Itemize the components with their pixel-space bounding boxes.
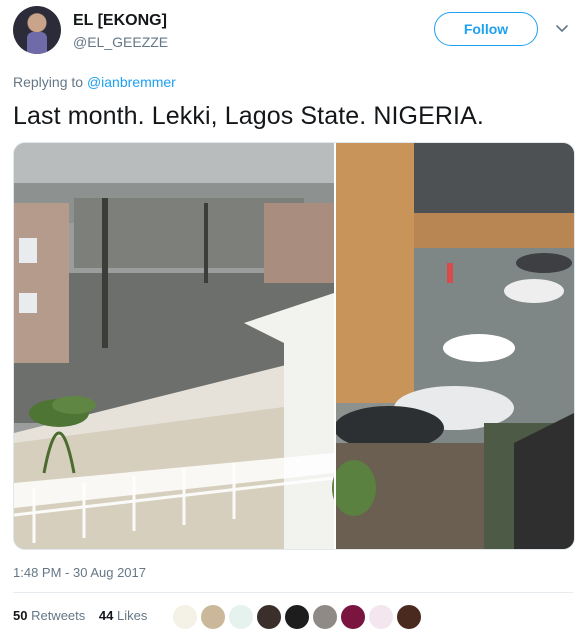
liker-avatar[interactable]	[200, 604, 226, 630]
right-flood-photo	[332, 143, 574, 549]
tweet-media[interactable]	[13, 142, 575, 550]
reply-mention-link[interactable]: @ianbremmer	[87, 74, 176, 90]
tweet-header: EL [EKONG] @EL_GEEZZE Follow	[13, 6, 573, 56]
user-handle[interactable]: @EL_GEEZZE	[73, 34, 168, 50]
liker-avatar[interactable]	[284, 604, 310, 630]
liker-avatar[interactable]	[396, 604, 422, 630]
tweet-text: Last month. Lekki, Lagos State. NIGERIA.	[13, 102, 484, 130]
retweets-stat[interactable]: 50 Retweets	[13, 608, 85, 623]
replying-prefix: Replying to	[13, 74, 87, 90]
user-name[interactable]: EL [EKONG]	[73, 12, 167, 30]
liker-avatar[interactable]	[228, 604, 254, 630]
likes-stat[interactable]: 44 Likes	[99, 608, 147, 623]
liker-avatar[interactable]	[368, 604, 394, 630]
retweets-count: 50	[13, 608, 28, 623]
tweet-timestamp[interactable]: 1:48 PM - 30 Aug 2017	[13, 565, 146, 580]
left-flood-photo	[14, 143, 335, 549]
chevron-down-icon[interactable]	[554, 20, 570, 36]
likes-label: Likes	[113, 608, 148, 623]
liker-avatar[interactable]	[256, 604, 282, 630]
avatar[interactable]	[13, 6, 61, 54]
follow-button[interactable]: Follow	[434, 12, 538, 46]
liker-avatar[interactable]	[312, 604, 338, 630]
engagement-stats: 50 Retweets 44 Likes	[13, 608, 157, 623]
retweets-label: Retweets	[27, 608, 86, 623]
liker-avatar[interactable]	[340, 604, 366, 630]
likes-count: 44	[98, 608, 114, 623]
replying-to: Replying to @ianbremmer	[13, 74, 176, 90]
divider	[13, 592, 573, 593]
flood-photo-collage	[14, 143, 574, 549]
liker-avatar[interactable]	[172, 604, 198, 630]
